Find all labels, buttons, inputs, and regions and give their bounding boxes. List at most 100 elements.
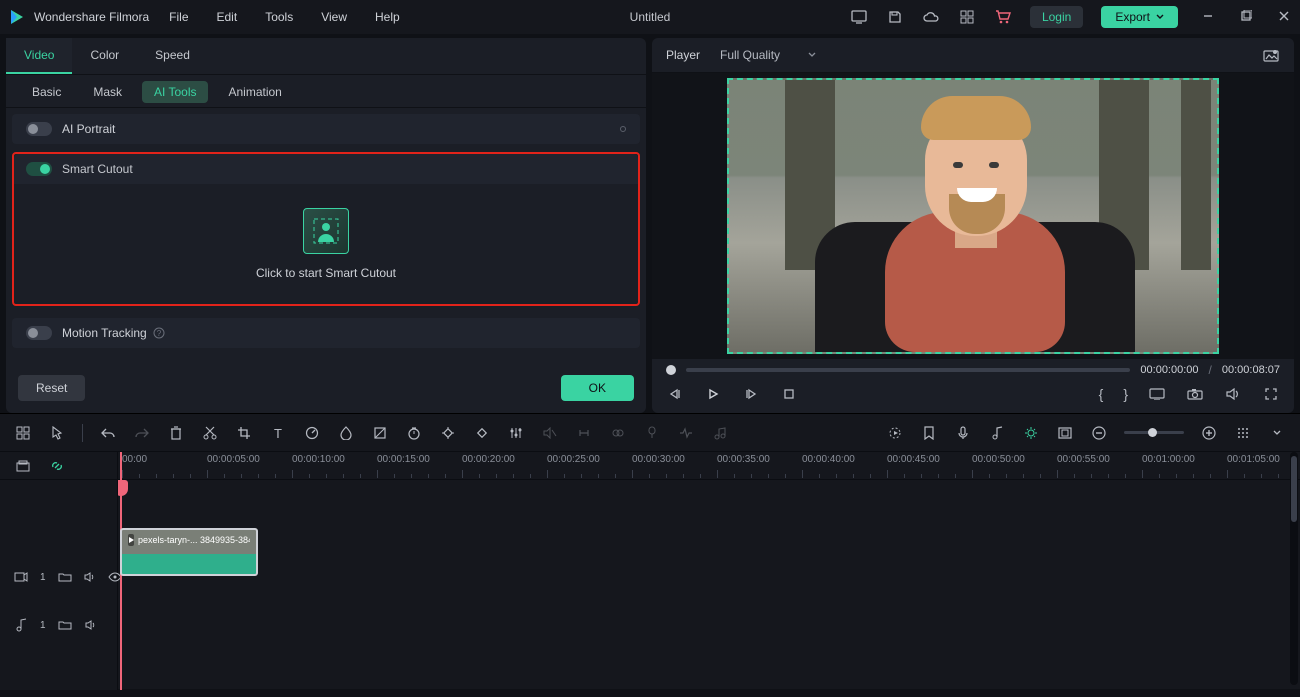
ok-button[interactable]: OK <box>561 375 634 401</box>
display-mode-icon[interactable] <box>1148 385 1166 403</box>
ruler-label: 00:00 <box>122 454 147 465</box>
menu-help[interactable]: Help <box>375 10 400 24</box>
fullscreen-icon[interactable] <box>1262 385 1280 403</box>
audio-detach-icon[interactable] <box>541 424 559 442</box>
tab-color[interactable]: Color <box>72 38 137 74</box>
video-track-header[interactable]: 1 <box>0 554 117 600</box>
snapshot-icon[interactable] <box>1262 46 1280 64</box>
mute-icon[interactable] <box>84 618 98 632</box>
scrub-bar[interactable] <box>686 368 1130 372</box>
menu-tools[interactable]: Tools <box>265 10 293 24</box>
text-icon[interactable]: T <box>269 424 287 442</box>
export-button[interactable]: Export <box>1101 6 1178 28</box>
folder-icon[interactable] <box>58 618 72 632</box>
video-clip[interactable]: pexels-taryn-... 3849935-3840... <box>120 528 258 576</box>
tab-basic[interactable]: Basic <box>20 81 73 103</box>
ai-portrait-reset-icon[interactable] <box>620 126 626 132</box>
cloud-icon[interactable] <box>922 8 940 26</box>
smart-cutout-row[interactable]: Smart Cutout <box>14 154 638 184</box>
adjust-icon[interactable] <box>507 424 525 442</box>
ai-portrait-toggle[interactable] <box>26 122 52 136</box>
motion-tracking-toggle[interactable] <box>26 326 52 340</box>
save-icon[interactable] <box>886 8 904 26</box>
ruler-label: 00:00:55:00 <box>1057 454 1110 465</box>
chevron-down-icon[interactable] <box>1268 424 1286 442</box>
mute-icon[interactable] <box>84 570 96 584</box>
tab-animation[interactable]: Animation <box>216 81 293 103</box>
minimize-button[interactable] <box>1202 10 1216 24</box>
render-icon[interactable] <box>886 424 904 442</box>
motion-tracking-row[interactable]: Motion Tracking ? <box>12 318 640 348</box>
ruler-label: 00:00:05:00 <box>207 454 260 465</box>
tab-ai-tools[interactable]: AI Tools <box>142 81 208 103</box>
folder-icon[interactable] <box>58 570 72 584</box>
smart-cutout-start-button[interactable] <box>303 208 349 254</box>
volume-icon[interactable] <box>1224 385 1242 403</box>
beat-icon[interactable] <box>711 424 729 442</box>
delete-icon[interactable] <box>167 424 185 442</box>
zoom-out-icon[interactable] <box>1090 424 1108 442</box>
playhead-dot[interactable] <box>666 365 676 375</box>
auto-icon[interactable] <box>1022 424 1040 442</box>
close-button[interactable] <box>1278 10 1292 24</box>
chevron-down-icon <box>808 52 816 58</box>
tab-speed[interactable]: Speed <box>137 38 208 74</box>
grid-view-icon[interactable] <box>1234 424 1252 442</box>
timeline-canvas[interactable]: 00:0000:00:05:0000:00:10:0000:00:15:0000… <box>118 452 1300 690</box>
stop-button[interactable] <box>780 385 798 403</box>
ruler-label: 00:01:05:00 <box>1227 454 1280 465</box>
track-manager-icon[interactable] <box>14 457 32 475</box>
apps-icon[interactable] <box>958 8 976 26</box>
timeline-ruler[interactable]: 00:0000:00:05:0000:00:10:0000:00:15:0000… <box>118 452 1300 480</box>
smart-cutout-toggle[interactable] <box>26 162 52 176</box>
duration-icon[interactable] <box>405 424 423 442</box>
tab-video[interactable]: Video <box>6 38 72 74</box>
video-track-icon <box>14 570 28 584</box>
mark-out-button[interactable]: } <box>1123 386 1128 402</box>
selection-tool-icon[interactable] <box>14 424 32 442</box>
speed-icon[interactable] <box>303 424 321 442</box>
menu-edit[interactable]: Edit <box>217 10 238 24</box>
ai-portrait-row[interactable]: AI Portrait <box>12 114 640 144</box>
timeline-scrollbar[interactable] <box>1290 452 1298 685</box>
undo-icon[interactable] <box>99 424 117 442</box>
menu-view[interactable]: View <box>321 10 347 24</box>
display-icon[interactable] <box>850 8 868 26</box>
record-icon[interactable] <box>954 424 972 442</box>
next-frame-button[interactable] <box>742 385 760 403</box>
cursor-tool-icon[interactable] <box>48 424 66 442</box>
cart-icon[interactable] <box>994 8 1012 26</box>
audio-stretch-icon[interactable] <box>575 424 593 442</box>
frame-icon[interactable] <box>1056 424 1074 442</box>
tab-mask[interactable]: Mask <box>81 81 134 103</box>
camera-icon[interactable] <box>1186 385 1204 403</box>
player-viewport[interactable] <box>652 73 1294 359</box>
maximize-button[interactable] <box>1240 10 1254 24</box>
music-icon[interactable] <box>988 424 1006 442</box>
zoom-slider[interactable] <box>1124 431 1184 434</box>
effects-icon[interactable] <box>473 424 491 442</box>
ruler-label: 00:00:50:00 <box>972 454 1025 465</box>
mix-icon[interactable] <box>609 424 627 442</box>
timeline-panel: T <box>0 413 1300 689</box>
menu-file[interactable]: File <box>169 10 188 24</box>
play-button[interactable] <box>704 385 722 403</box>
greenscreen-icon[interactable] <box>371 424 389 442</box>
split-icon[interactable] <box>201 424 219 442</box>
audio-track-header[interactable]: 1 <box>0 602 117 648</box>
help-icon[interactable]: ? <box>153 327 165 339</box>
marker-icon[interactable] <box>920 424 938 442</box>
keyframe-icon[interactable] <box>439 424 457 442</box>
zoom-in-icon[interactable] <box>1200 424 1218 442</box>
voiceover-icon[interactable] <box>643 424 661 442</box>
login-button[interactable]: Login <box>1030 6 1083 28</box>
mark-in-button[interactable]: { <box>1099 386 1104 402</box>
color-icon[interactable] <box>337 424 355 442</box>
crop-icon[interactable] <box>235 424 253 442</box>
link-icon[interactable] <box>48 457 66 475</box>
audio-sync-icon[interactable] <box>677 424 695 442</box>
prev-frame-button[interactable] <box>666 385 684 403</box>
quality-dropdown[interactable]: Full Quality <box>720 48 816 62</box>
reset-button[interactable]: Reset <box>18 375 85 401</box>
redo-icon[interactable] <box>133 424 151 442</box>
